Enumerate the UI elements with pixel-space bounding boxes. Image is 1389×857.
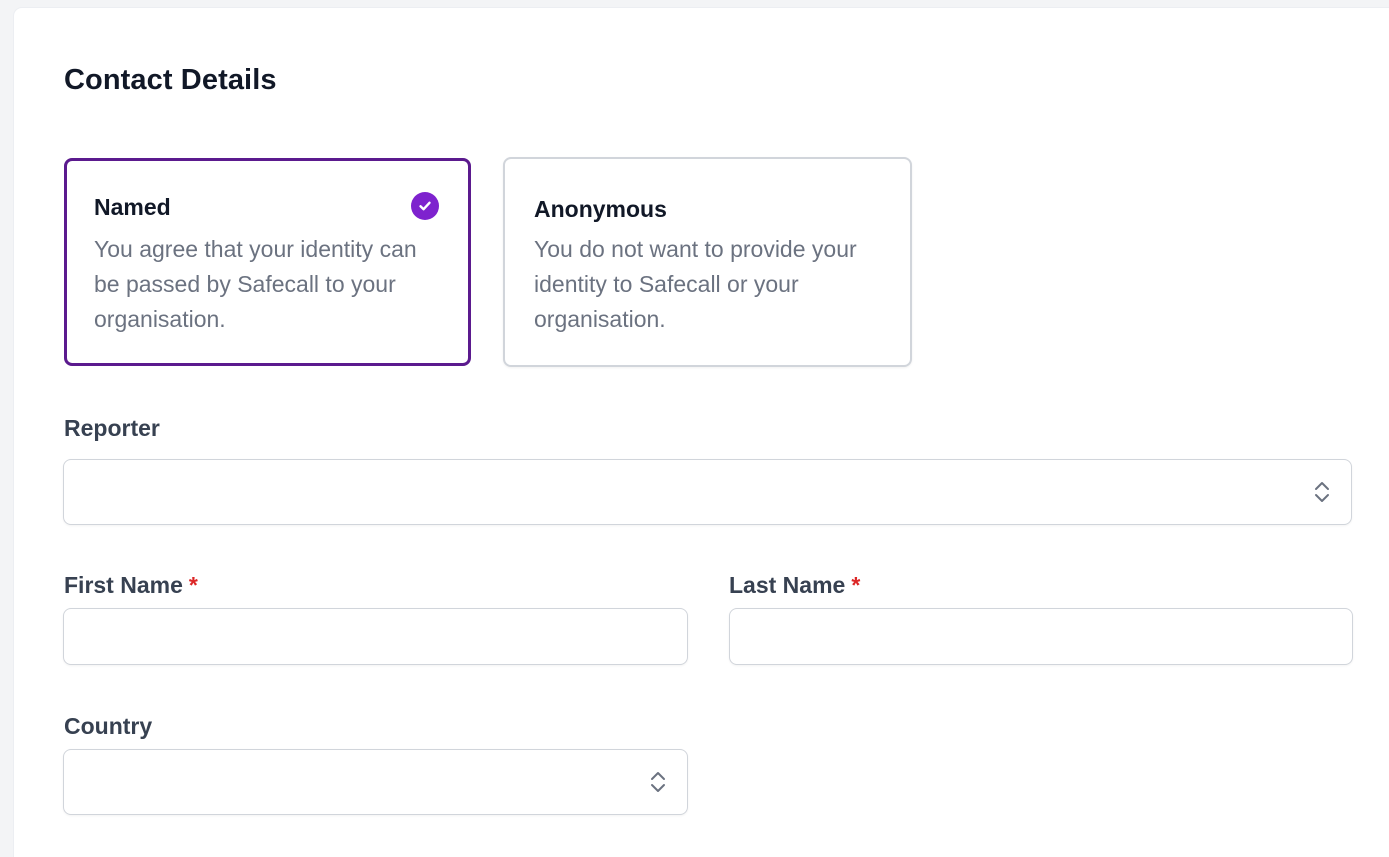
required-marker: * <box>851 572 861 598</box>
last-name-label-text: Last Name <box>729 572 846 598</box>
country-label-text: Country <box>64 713 153 739</box>
named-option-title: Named <box>94 194 171 220</box>
country-label: Country <box>64 713 152 740</box>
named-option-description: You agree that your identity can be pass… <box>94 236 417 332</box>
named-option-card[interactable]: Named You agree that your identity can b… <box>64 158 471 366</box>
contact-details-panel: Contact Details Named You agree that you… <box>14 8 1389 857</box>
country-select[interactable] <box>63 749 688 815</box>
anonymous-option-title: Anonymous <box>534 196 667 222</box>
first-name-input[interactable] <box>63 608 688 665</box>
required-marker: * <box>188 572 198 598</box>
section-title: Contact Details <box>64 64 277 96</box>
chevron-up-down-icon <box>1315 482 1329 502</box>
last-name-label: Last Name * <box>729 572 860 599</box>
reporter-select[interactable] <box>63 459 1352 525</box>
chevron-up-down-icon <box>651 772 665 792</box>
reporter-label: Reporter <box>64 415 160 442</box>
anonymous-option-description: You do not want to provide your identity… <box>534 236 857 332</box>
first-name-label-text: First Name <box>64 572 183 598</box>
reporter-label-text: Reporter <box>64 415 160 441</box>
first-name-label: First Name * <box>64 572 198 599</box>
check-circle-icon <box>411 192 439 220</box>
last-name-input[interactable] <box>729 608 1353 665</box>
anonymous-option-card[interactable]: Anonymous You do not want to provide you… <box>503 157 912 367</box>
